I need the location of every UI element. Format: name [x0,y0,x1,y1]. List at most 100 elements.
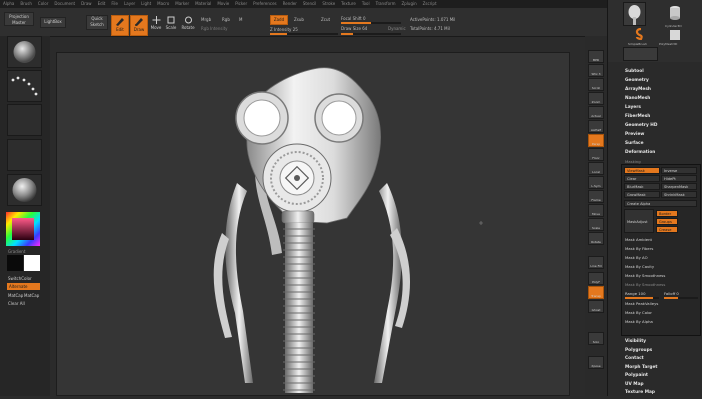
z-intensity-track[interactable] [270,33,338,35]
crease-toggle[interactable]: Crease [656,226,678,233]
shelf-line-fill-button[interactable]: Line Fill [588,256,604,269]
menu-alpha[interactable]: Alpha [0,0,17,8]
menu-stencil[interactable]: Stencil [300,0,320,8]
menu-stroke[interactable]: Stroke [319,0,338,8]
view-mask-button[interactable]: ViewMask [624,167,660,174]
mask-option-mask-ambient[interactable]: Mask Ambient [625,237,652,242]
create-alpha-button[interactable]: Create Alpha [624,200,697,207]
menu-edit[interactable]: Edit [95,0,109,8]
shelf-frame-button[interactable]: Frame [588,190,604,203]
tray-menu-layers[interactable]: Layers [625,104,697,112]
scale-button[interactable]: Scale [165,15,177,34]
focal-shift-track[interactable] [341,22,401,24]
tool-gas-mask-thumb[interactable] [623,2,646,26]
tray-menu-subtool[interactable]: Subtool [625,68,697,76]
mask-option-mask-by-color[interactable]: Mask By Color [625,310,652,315]
shelf-bpr-button[interactable]: BPR [588,50,604,63]
zcut-toggle[interactable]: Zcut [321,17,330,22]
menu-light[interactable]: Light [138,0,154,8]
shelf-polyf-button[interactable]: PolyF [588,272,604,285]
tray-menu-polypaint[interactable]: Polypaint [625,372,697,380]
shelf-ghost-button[interactable]: Ghost [588,300,604,313]
hide-pt-button[interactable]: HidePt [661,175,697,182]
groups-toggle[interactable]: Groups [656,218,678,225]
material-thumbnail[interactable] [7,174,42,206]
tray-menu-contact[interactable]: Contact [625,355,697,363]
menu-render[interactable]: Render [280,0,300,8]
tray-menu-fibermesh[interactable]: FiberMesh [625,113,697,121]
shrink-mask-button[interactable]: ShrinkMask [661,191,697,198]
range-track[interactable] [625,297,659,299]
range-slider[interactable]: Range 100 [625,291,646,296]
menu-layer[interactable]: Layer [121,0,138,8]
m-toggle[interactable]: M [239,17,242,22]
tray-menu-uv-map[interactable]: UV Map [625,381,697,389]
shelf-local-button[interactable]: Local [588,162,604,175]
rotate-button[interactable]: Rotate [181,15,195,34]
menu-macro[interactable]: Macro [154,0,172,8]
mask-option-mask-by-fibers[interactable]: Mask By Fibers [625,246,653,251]
draw-size-track[interactable] [341,33,401,35]
polymesh-thumb[interactable] [666,28,684,42]
menu-zplugin[interactable]: Zplugin [399,0,420,8]
mask-option-mask-by-alpha[interactable]: Mask By Alpha [625,319,653,324]
matcap-label-2[interactable]: MatCap [24,293,39,298]
tool-cylinder-thumb[interactable] [666,4,684,22]
mask-option-mask-by-smoothness[interactable]: Mask By Smoothness [625,282,665,287]
border-toggle[interactable]: Border [656,210,678,217]
standard-brush-thumbnail[interactable] [7,36,42,68]
clear-all-button[interactable]: Clear All [8,301,25,306]
projection-master-button[interactable]: Projection Master [4,12,34,26]
shelf-scroll-button[interactable]: Scroll [588,78,604,91]
menu-brush[interactable]: Brush [17,0,35,8]
blur-mask-button[interactable]: BlurMask [624,183,660,190]
dots-stroke-thumbnail[interactable] [7,70,42,102]
main-color-swatch[interactable] [7,255,23,271]
tray-menu-morph-target[interactable]: Morph Target [625,364,697,372]
tray-menu-geometry[interactable]: Geometry [625,77,697,85]
tray-menu-nanomesh[interactable]: NanoMesh [625,95,697,103]
mask-option-mask-by-smoothness[interactable]: Mask By Smoothness [625,273,665,278]
tray-menu-polygroups[interactable]: Polygroups [625,347,697,355]
lightbox-button[interactable]: LightBox [40,17,66,28]
mask-option-mask-by-cavity[interactable]: Mask By Cavity [625,264,654,269]
mask-option-mask-by-ao[interactable]: Mask By AO [625,255,648,260]
alpha-off-thumbnail[interactable] [7,104,42,136]
menu-document[interactable]: Document [51,0,78,8]
mask-option-mask-peakvalleys[interactable]: Mask PeakValleys [625,301,658,306]
shelf-persp-button[interactable]: Persp [588,134,604,147]
menu-material[interactable]: Material [192,0,214,8]
edit-button[interactable]: Edit [111,15,129,36]
menu-picker[interactable]: Picker [232,0,250,8]
z-intensity-slider[interactable]: Z Intensity 25 [270,27,298,32]
quick-sketch-button[interactable]: Quick Sketch [86,15,108,30]
menu-color[interactable]: Color [35,0,51,8]
tray-menu-surface[interactable]: Surface [625,140,697,148]
grow-mask-button[interactable]: GrowMask [624,191,660,198]
shelf-move-button[interactable]: Move [588,204,604,217]
falloff-slider[interactable]: Falloff 0 [664,291,679,296]
shelf-l-sym-button[interactable]: L.Sym [588,176,604,189]
mrgb-toggle[interactable]: Mrgb [201,17,211,22]
zsub-toggle[interactable]: Zsub [294,17,304,22]
shelf-rotate-button[interactable]: Rotate [588,232,604,245]
menu-marker[interactable]: Marker [172,0,192,8]
shelf-scale-button[interactable]: Scale [588,218,604,231]
sharpen-mask-button[interactable]: SharpenMask [661,183,697,190]
tray-menu-arraymesh[interactable]: ArrayMesh [625,86,697,94]
shelf-floor-button[interactable]: Floor [588,148,604,161]
shelf-spix-3-button[interactable]: SPix 3 [588,64,604,77]
rgb-intensity-slider[interactable]: Rgb Intensity [201,26,228,31]
tray-menu-geometry-hd[interactable]: Geometry HD [625,122,697,130]
secondary-color-swatch[interactable] [24,255,40,271]
mask-adjust-curve[interactable]: MaskAdjust [624,209,654,233]
texture-off-thumbnail[interactable] [7,139,42,171]
menu-movie[interactable]: Movie [214,0,232,8]
dynamic-toggle[interactable]: Dynamic [388,26,406,31]
focal-shift-slider[interactable]: Focal Shift 0 [341,16,366,21]
matcap-label[interactable]: MatCap [8,293,23,298]
menu-draw[interactable]: Draw [78,0,94,8]
shelf-transp-button[interactable]: Transp [588,286,604,299]
rgb-toggle[interactable]: Rgb [222,17,230,22]
shelf-aahalf-button[interactable]: AAHalf [588,120,604,133]
